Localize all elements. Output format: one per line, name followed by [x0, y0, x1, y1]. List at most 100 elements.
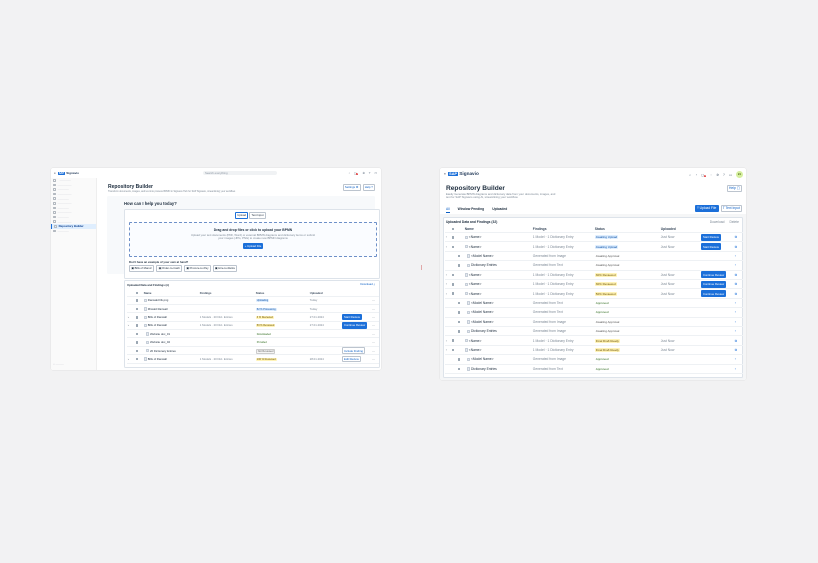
tab-upload[interactable]: Upload	[235, 212, 249, 219]
row-checkbox[interactable]	[457, 311, 461, 314]
menu-icon[interactable]: ≡	[54, 171, 56, 175]
expand-icon[interactable]	[127, 304, 135, 314]
table-row[interactable]: › Bills of Ranwall 1 Models · 20 Dict. Ent…	[127, 354, 379, 364]
menu-icon[interactable]: ≡	[444, 172, 446, 176]
row-menu-icon[interactable]: ⋯	[371, 346, 379, 356]
table-row[interactable]: › Bills of Ranwall 1 Models · 20 Dict. Ent…	[127, 321, 379, 331]
table-row[interactable]: › Bills of Ranwall 1 Models · 20 Dict. Ent…	[127, 312, 379, 322]
help-icon[interactable]: ?	[723, 173, 725, 177]
chevron-icon[interactable]: ›	[734, 307, 743, 318]
search-icon[interactable]: ⌕	[689, 173, 691, 177]
tab-all[interactable]: All	[446, 207, 450, 213]
row-checkbox[interactable]	[135, 341, 139, 344]
select-all-checkbox[interactable]	[135, 291, 139, 295]
table-row[interactable]: <Model Name> Generated from Image Awaiting…	[445, 317, 743, 328]
row-checkbox[interactable]	[451, 273, 455, 277]
delete-button[interactable]: Delete	[729, 220, 739, 224]
help-button[interactable]: Help ?	[362, 184, 375, 191]
row-action-button[interactable]: Continue Review	[700, 271, 727, 279]
row-checkbox[interactable]	[135, 332, 139, 336]
table-row[interactable]: <Model Name> Generated from Image Approved…	[445, 354, 743, 365]
open-icon[interactable]: ⧉	[734, 288, 743, 299]
notifications-icon[interactable]: ◻1	[354, 171, 359, 175]
drop-zone[interactable]: Drag and drop files or click to upload y…	[129, 222, 377, 257]
row-menu-icon[interactable]: ⋯	[371, 304, 379, 314]
text-input-button[interactable]: T Text Input	[720, 205, 742, 212]
chevron-icon[interactable]: ›	[734, 354, 743, 365]
row-checkbox[interactable]	[135, 307, 139, 311]
row-menu-icon[interactable]: ⋯	[371, 312, 379, 322]
row-checkbox[interactable]	[135, 357, 139, 361]
sidebar-item[interactable]: ————	[51, 229, 96, 234]
row-menu-icon[interactable]: ⋯	[371, 329, 379, 339]
row-action-button[interactable]: Start Review	[341, 313, 363, 321]
row-action-button[interactable]: Continue Review	[700, 290, 727, 298]
table-row[interactable]: › <Name> 1 Model · 1 Dictionary Entry 30% R…	[445, 270, 743, 281]
sample-chip[interactable]: ▣ Procure-to-Pay	[184, 265, 211, 272]
chevron-icon[interactable]: ›	[734, 364, 743, 374]
row-action-button[interactable]: Continue Review	[341, 321, 368, 329]
row-checkbox[interactable]	[451, 245, 455, 249]
sample-chip[interactable]: ▣ Hire-to-Retire	[212, 265, 238, 272]
expand-icon[interactable]	[127, 337, 135, 347]
col-uploaded[interactable]: Uploaded	[660, 226, 700, 234]
row-checkbox[interactable]	[135, 299, 139, 302]
row-checkbox[interactable]	[457, 301, 461, 305]
row-action-button[interactable]: Continue Review	[700, 280, 727, 288]
col-findings[interactable]: Findings	[532, 226, 594, 234]
col-status[interactable]: Status	[594, 226, 660, 234]
table-row[interactable]: <Model Name> Generated from Text Approved ›	[445, 298, 743, 309]
row-checkbox[interactable]	[457, 254, 461, 258]
expand-icon[interactable]	[127, 329, 135, 339]
table-row[interactable]: › <Name> 1 Model · 1 Dictionary Entry Await…	[445, 241, 743, 252]
row-checkbox[interactable]	[451, 236, 455, 239]
gear-icon[interactable]: ✲	[362, 171, 364, 175]
chevron-icon[interactable]: ›	[734, 317, 743, 328]
expand-icon[interactable]: ›	[127, 321, 135, 331]
bell-icon[interactable]: ◔	[695, 173, 697, 177]
tab-text-input[interactable]: Text Input	[249, 212, 266, 219]
row-checkbox[interactable]	[135, 324, 139, 327]
table-row[interactable]: Mrwald Ranwall 52 % Processing Today ⋯	[127, 304, 379, 314]
open-icon[interactable]: ⧉	[734, 232, 743, 243]
row-checkbox[interactable]	[135, 315, 139, 319]
table-row[interactable]: Dictionary Entries Generated from Text Awa…	[445, 260, 743, 271]
row-checkbox[interactable]	[457, 264, 461, 267]
inbox-icon[interactable]: ▭	[729, 173, 732, 177]
open-icon[interactable]: ⧉	[734, 270, 743, 281]
row-action-button[interactable]: Include Finding	[341, 347, 366, 354]
sidebar-footer[interactable]: □ ———	[53, 362, 64, 366]
table-row[interactable]: › <Name> 1 Model · 1 Dictionary Entry 30% R…	[445, 279, 743, 290]
row-action-button[interactable]: Start Review	[700, 233, 722, 241]
sample-chip[interactable]: ▣ Bills of Manuf.	[129, 265, 155, 272]
row-menu-icon[interactable]: ⋯	[371, 354, 379, 364]
expand-icon[interactable]	[127, 296, 135, 305]
table-row[interactable]: Website doc_02 Provided ⋯	[127, 337, 379, 347]
row-checkbox[interactable]	[457, 320, 461, 324]
table-row[interactable]: <Model Name> Generated from Text Approved ›	[445, 307, 743, 318]
row-action-button[interactable]: Edit Review	[341, 355, 361, 363]
row-menu-icon[interactable]: ⋯	[371, 321, 379, 331]
open-icon[interactable]: ⧉	[734, 241, 743, 252]
row-checkbox[interactable]	[451, 348, 455, 352]
expand-icon[interactable]: ›	[127, 354, 135, 364]
table-row[interactable]: › <Name> 1 Model · 1 Dictionary Entry 50% R…	[445, 288, 743, 299]
row-checkbox[interactable]	[135, 349, 139, 353]
table-row[interactable]: Website doc_01 Downloaded ⋯	[127, 329, 379, 339]
select-all-checkbox[interactable]	[451, 227, 455, 231]
help-button[interactable]: Help ▢	[726, 185, 742, 192]
upload-file-button[interactable]: + Upload File	[242, 242, 264, 250]
table-row[interactable]: Ranwald Dk.png Uploading Today ⋯	[127, 296, 379, 305]
row-checkbox[interactable]	[457, 330, 461, 333]
row-menu-icon[interactable]: ⋯	[371, 337, 379, 347]
chevron-icon[interactable]: ›	[734, 251, 743, 262]
tab-window-pending[interactable]: Window Pending	[458, 207, 485, 213]
table-row[interactable]: 20 Dictionary Entries Not Reviewed Include…	[127, 346, 379, 356]
download-button[interactable]: Download ⤓	[359, 282, 376, 287]
search-input[interactable]: Search everything	[203, 171, 277, 175]
bell-icon[interactable]: ◔	[348, 171, 350, 175]
sample-chip[interactable]: ▣ Order-to-Cash	[156, 265, 183, 272]
col-name[interactable]: Name	[464, 226, 532, 234]
tab-uploaded[interactable]: Uploaded	[492, 207, 507, 213]
expand-icon[interactable]: ›	[127, 312, 135, 322]
